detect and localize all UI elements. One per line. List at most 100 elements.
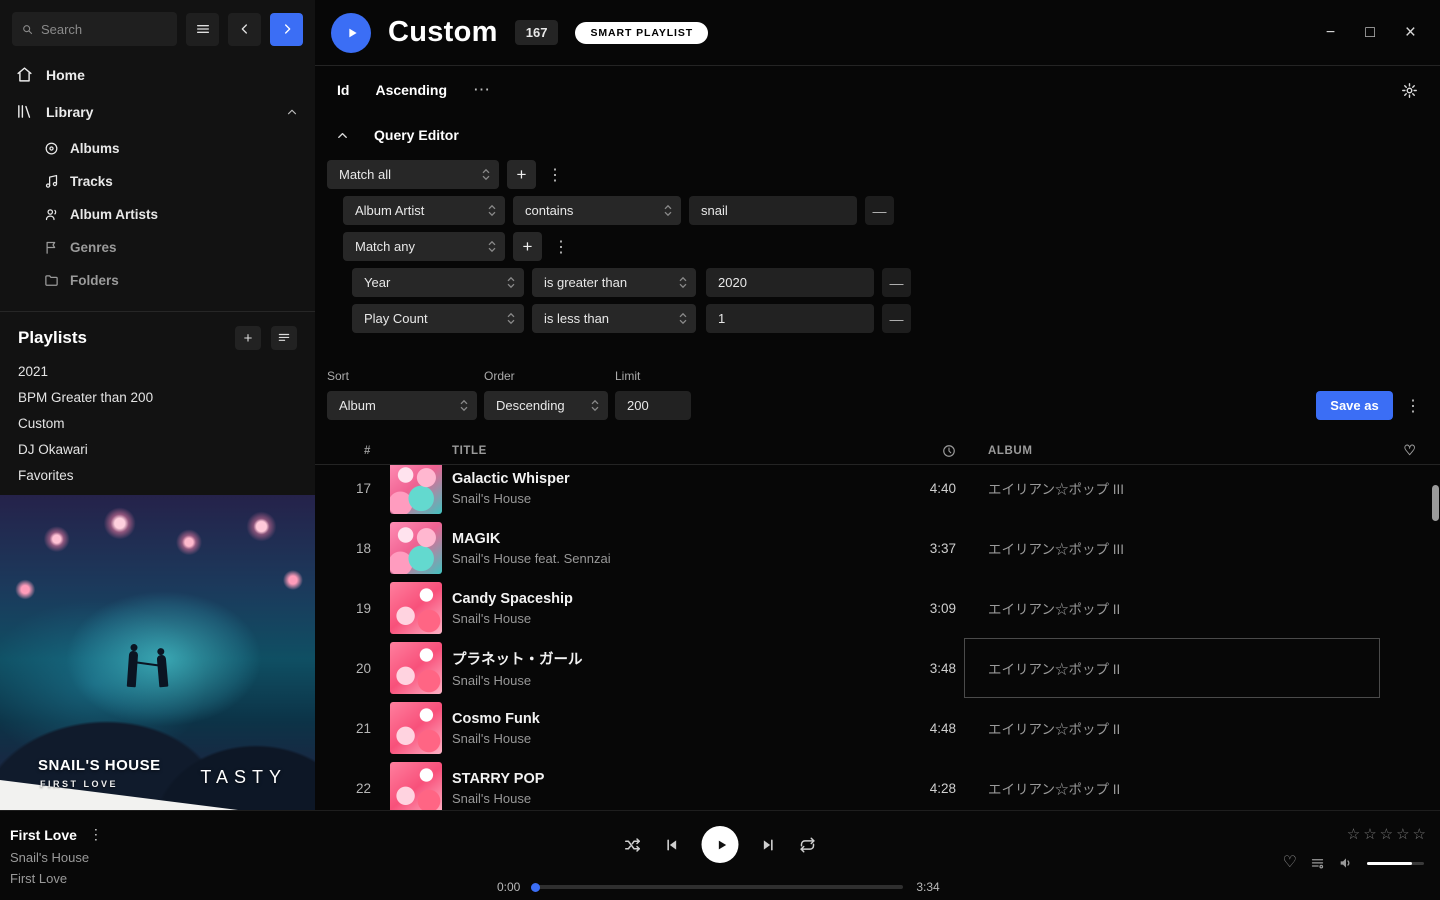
toolbar-more-button[interactable]: ⋯ [473,80,491,100]
limit-input[interactable] [615,391,691,420]
playlist-item[interactable]: BPM Greater than 200 [0,384,315,410]
match-mode-select[interactable]: Match any [343,232,505,261]
settings-button[interactable] [1401,82,1418,99]
save-as-button[interactable]: Save as [1316,391,1393,420]
rule-field-select[interactable]: Year [352,268,524,297]
add-playlist-button[interactable]: + [235,326,261,350]
track-album-focused[interactable]: エイリアン☆ポップ II [988,658,1388,678]
rule-operator-select[interactable]: contains [513,196,681,225]
back-button[interactable] [228,13,261,46]
column-header-number[interactable]: # [327,445,375,457]
play-pause-button[interactable] [702,826,739,863]
sidebar-item-library[interactable]: Library [0,93,315,130]
group-menu-button[interactable]: ⋮ [550,232,572,261]
column-header-duration[interactable] [896,444,956,458]
add-rule-button[interactable]: + [513,232,542,261]
maximize-button[interactable]: □ [1365,25,1375,41]
playlist-item[interactable]: DJ Okawari [0,436,315,462]
track-thumbnail[interactable] [390,465,442,514]
sidebar-item-albums[interactable]: Albums [44,132,315,165]
rule-operator-select[interactable]: is greater than [532,268,696,297]
play-playlist-button[interactable] [331,13,371,53]
seek-bar[interactable] [533,885,903,889]
query-editor-collapse-button[interactable] [327,120,357,150]
track-row[interactable]: 19 Candy Spaceship Snail's House 3:09 エイ… [315,578,1440,638]
track-row[interactable]: 18 MAGIK Snail's House feat. Sennzai 3:3… [315,518,1440,578]
remove-rule-button[interactable]: — [882,268,911,297]
sidebar-item-genres[interactable]: Genres [44,231,315,264]
match-mode-select[interactable]: Match all [327,160,499,189]
playlist-item[interactable]: Favorites [0,462,315,488]
repeat-button[interactable] [799,836,817,854]
group-menu-button[interactable]: ⋮ [544,160,566,189]
sidebar-item-tracks[interactable]: Tracks [44,165,315,198]
playlist-item[interactable]: 2021 [0,358,315,384]
queue-button[interactable] [1310,856,1325,871]
sort-field-button[interactable]: Id [337,82,349,98]
forward-button[interactable] [270,13,303,46]
track-row[interactable]: 17 Galactic Whisper Snail's House 4:40 エ… [315,465,1440,518]
sidebar-item-home[interactable]: Home [0,56,315,93]
now-playing-album-art[interactable]: SNAIL'S HOUSE FIRST LOVE TASTY [0,495,315,810]
previous-track-button[interactable] [664,837,680,853]
now-playing-menu-button[interactable]: ⋮ [89,826,103,843]
track-number: 18 [327,541,375,556]
track-album[interactable]: エイリアン☆ポップ III [988,478,1388,498]
star-icon[interactable]: ☆ [1396,825,1409,843]
sort-select[interactable]: Album [327,391,477,420]
next-track-button[interactable] [761,837,777,853]
star-icon[interactable]: ☆ [1347,825,1360,843]
smart-playlist-badge: SMART PLAYLIST [575,22,708,44]
rule-field-select[interactable]: Album Artist [343,196,505,225]
column-header-favorite[interactable]: ♡ [1388,442,1432,459]
rule-value-input[interactable] [706,268,874,297]
rule-operator-select[interactable]: is less than [532,304,696,333]
track-number: 20 [327,661,375,676]
menu-button[interactable] [186,13,219,46]
now-playing-artist: Snail's House [10,850,103,865]
order-select[interactable]: Descending [484,391,608,420]
star-icon[interactable]: ☆ [1363,825,1376,843]
track-thumbnail[interactable] [390,522,442,574]
seek-handle[interactable] [531,883,540,892]
sidebar-item-folders[interactable]: Folders [44,264,315,297]
shuffle-button[interactable] [624,836,642,854]
track-thumbnail[interactable] [390,762,442,810]
track-album[interactable]: エイリアン☆ポップ II [988,598,1388,618]
column-header-title[interactable]: TITLE [452,445,896,457]
remove-rule-button[interactable]: — [865,196,894,225]
volume-button[interactable] [1338,855,1354,871]
sort-order-button[interactable]: Ascending [375,82,447,98]
track-thumbnail[interactable] [390,582,442,634]
playlist-item[interactable]: Custom [0,410,315,436]
add-rule-button[interactable]: + [507,160,536,189]
track-row[interactable]: 22 STARRY POP Snail's House 4:28 エイリアン☆ポ… [315,758,1440,810]
sidebar-item-album-artists[interactable]: Album Artists [44,198,315,231]
star-icon[interactable]: ☆ [1380,825,1393,843]
track-album[interactable]: エイリアン☆ポップ II [988,778,1388,798]
track-row[interactable]: 20 プラネット・ガール Snail's House 3:48 エイリアン☆ポッ… [315,638,1440,698]
home-icon [16,66,33,83]
minimize-button[interactable]: − [1326,25,1335,41]
search-input[interactable] [41,22,168,37]
scrollbar-thumb[interactable] [1432,485,1439,521]
collapse-chevron-up-icon[interactable] [285,105,299,119]
track-thumbnail[interactable] [390,702,442,754]
rule-field-select[interactable]: Play Count [352,304,524,333]
sort-menu-button[interactable]: ⋮ [1402,391,1424,420]
track-album[interactable]: エイリアン☆ポップ II [988,718,1388,738]
favorite-button[interactable]: ♡ [1283,855,1297,871]
rule-value-input[interactable] [706,304,874,333]
track-album[interactable]: エイリアン☆ポップ III [988,538,1388,558]
playlist-options-button[interactable] [271,326,297,350]
remove-rule-button[interactable]: — [882,304,911,333]
track-artist: Snail's House [452,731,896,746]
column-header-album[interactable]: ALBUM [988,445,1388,457]
track-row[interactable]: 21 Cosmo Funk Snail's House 4:48 エイリアン☆ポ… [315,698,1440,758]
track-thumbnail[interactable] [390,642,442,694]
search-box[interactable] [12,12,177,46]
volume-slider[interactable] [1367,862,1424,865]
close-button[interactable]: × [1405,23,1416,42]
rule-value-input[interactable] [689,196,857,225]
star-icon[interactable]: ☆ [1413,825,1426,843]
